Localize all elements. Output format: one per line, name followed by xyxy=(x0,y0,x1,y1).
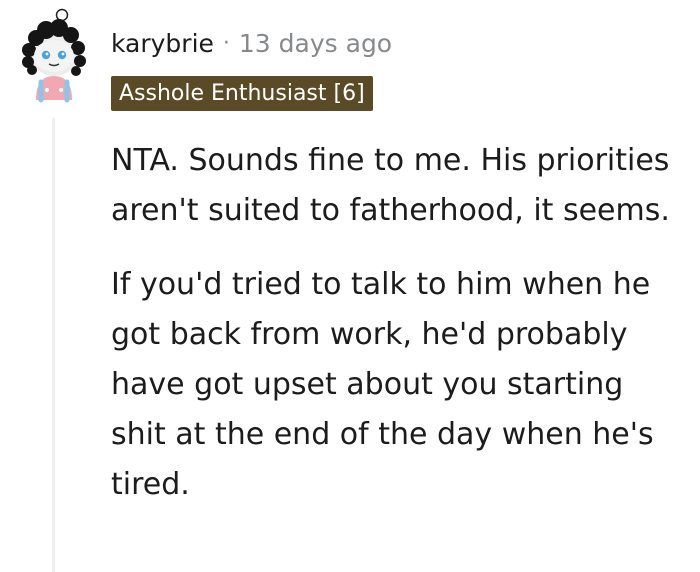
comment-body: NTA. Sounds fine to me. His priorities a… xyxy=(111,136,686,510)
meta-separator: · xyxy=(222,30,230,56)
user-flair-badge: Asshole Enthusiast [6] xyxy=(111,76,373,111)
comment: karybrie · 13 days ago Asshole Enthusias… xyxy=(0,0,700,572)
comment-paragraph: If you'd tried to talk to him when he go… xyxy=(111,267,654,502)
timestamp-link[interactable]: 13 days ago xyxy=(239,29,392,58)
snoo-avatar-icon[interactable] xyxy=(14,8,92,104)
username-link[interactable]: karybrie xyxy=(111,29,214,58)
thread-collapse-line[interactable] xyxy=(52,118,55,572)
comment-paragraph: NTA. Sounds fine to me. His priorities a… xyxy=(111,143,670,228)
comment-meta: karybrie · 13 days ago xyxy=(111,26,392,60)
